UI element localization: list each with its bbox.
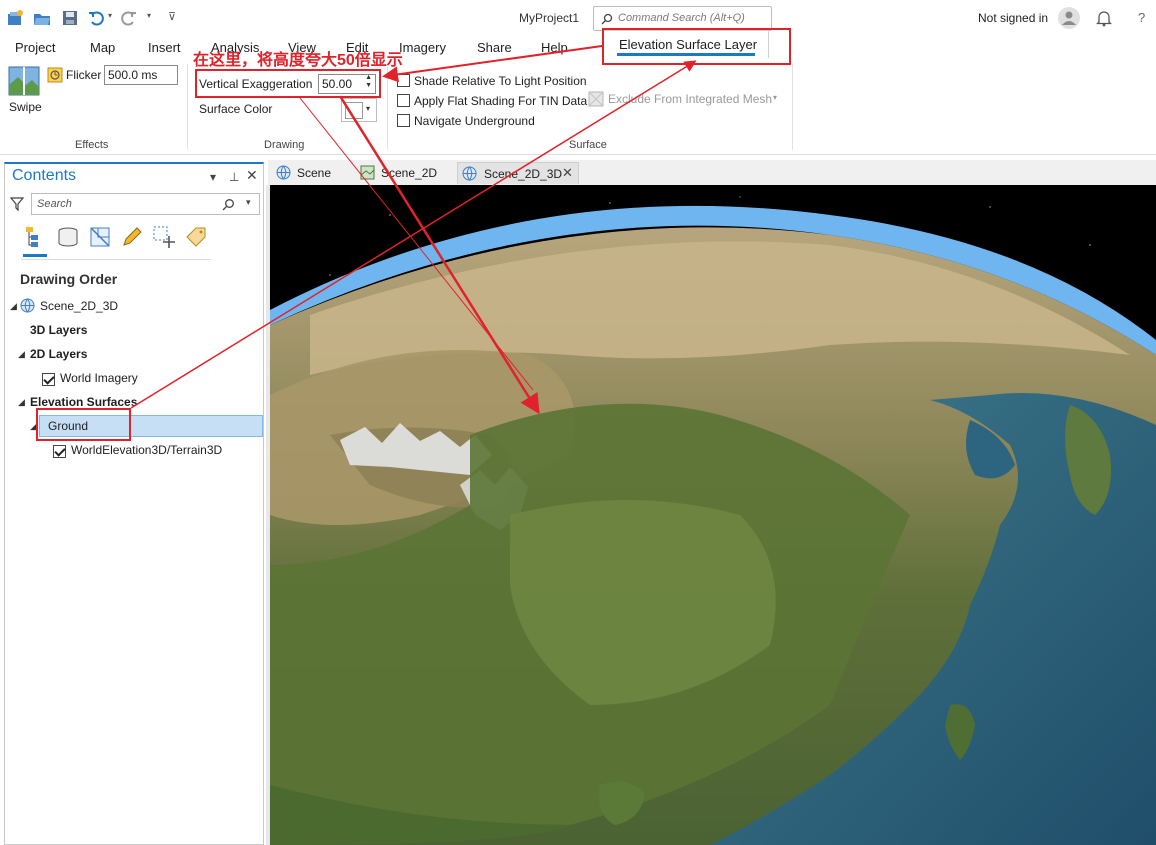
chevron-down-icon: ▾ bbox=[366, 104, 371, 113]
redo-icon[interactable] bbox=[120, 9, 138, 27]
surface-color-picker[interactable]: ▾ bbox=[341, 98, 377, 122]
contents-search-placeholder: Search bbox=[37, 198, 72, 210]
contents-search-input[interactable]: Search ▾ bbox=[31, 193, 260, 215]
navigate-underground-label: Navigate Underground bbox=[414, 114, 535, 128]
user-icon bbox=[1062, 11, 1076, 25]
search-icon bbox=[601, 13, 613, 25]
surface-color-label: Surface Color bbox=[199, 102, 273, 116]
save-project-icon[interactable] bbox=[61, 9, 79, 27]
notifications-icon[interactable] bbox=[1096, 9, 1112, 27]
view-tab-scene-label: Scene bbox=[297, 166, 332, 180]
active-tool-indicator bbox=[23, 254, 47, 257]
annotation-box-ground bbox=[36, 408, 131, 441]
undo-icon[interactable] bbox=[87, 9, 105, 27]
close-icon[interactable]: ✕ bbox=[246, 167, 258, 184]
customize-toolbar-icon[interactable]: ⊽ bbox=[168, 10, 176, 23]
group-separator bbox=[387, 64, 388, 150]
surface-group-label: Surface bbox=[569, 139, 607, 151]
list-by-selection-icon[interactable] bbox=[88, 225, 112, 249]
search-icon bbox=[222, 199, 234, 211]
effects-group-label: Effects bbox=[75, 139, 109, 151]
tab-project[interactable]: Project bbox=[15, 40, 55, 55]
flicker-rate-input[interactable]: 500.0 ms bbox=[104, 65, 178, 85]
flat-shading-label: Apply Flat Shading For TIN Data bbox=[414, 94, 588, 108]
pane-options-icon[interactable]: ▾ bbox=[210, 170, 216, 184]
tab-insert[interactable]: Insert bbox=[148, 40, 181, 55]
close-tab-icon[interactable]: ✕ bbox=[562, 165, 573, 181]
toolbar-divider bbox=[21, 259, 211, 260]
tree-3d-layers[interactable]: 3D Layers bbox=[30, 323, 87, 337]
terrain-checkbox[interactable] bbox=[53, 445, 66, 458]
open-project-icon[interactable] bbox=[33, 9, 51, 27]
annotation-box-elevation-tab bbox=[602, 28, 791, 65]
tab-help[interactable]: Help bbox=[541, 40, 568, 55]
list-by-drawing-order-icon[interactable] bbox=[24, 225, 48, 249]
tree-scene-name[interactable]: Scene_2D_3D bbox=[40, 299, 118, 313]
flicker-icon[interactable] bbox=[47, 67, 63, 83]
surface-color-swatch bbox=[345, 102, 363, 119]
group-separator bbox=[792, 64, 793, 150]
tree-2d-layers[interactable]: 2D Layers bbox=[30, 347, 87, 361]
list-by-editing-icon[interactable] bbox=[120, 225, 144, 249]
exclude-mesh-label[interactable]: Exclude From Integrated Mesh bbox=[608, 92, 772, 106]
shade-relative-label: Shade Relative To Light Position bbox=[414, 74, 587, 88]
ribbon-tabs: Project Map Insert Analysis View Edit Im… bbox=[0, 36, 1156, 62]
tree-terrain[interactable]: WorldElevation3D/Terrain3D bbox=[71, 443, 222, 457]
drawing-order-heading: Drawing Order bbox=[20, 271, 118, 287]
collapse-caret-icon[interactable]: ◢ bbox=[18, 349, 25, 360]
globe-icon bbox=[276, 165, 291, 180]
collapse-caret-icon[interactable]: ◢ bbox=[18, 397, 25, 408]
contents-pane: Contents ▾ ⊥ ✕ Search ▾ Drawing Order ◢ … bbox=[4, 162, 264, 845]
flat-shading-checkbox[interactable] bbox=[397, 94, 410, 107]
redo-dropdown-icon[interactable]: ▾ bbox=[147, 11, 151, 20]
title-bar: ▾ ▾ ⊽ MyProject1 Command Search (Alt+Q) … bbox=[0, 0, 1156, 36]
tree-world-imagery[interactable]: World Imagery bbox=[60, 371, 138, 385]
group-separator bbox=[187, 64, 188, 150]
globe-icon bbox=[462, 166, 477, 181]
list-by-data-source-icon[interactable] bbox=[56, 225, 80, 249]
new-project-icon[interactable] bbox=[6, 9, 24, 27]
swipe-icon bbox=[8, 66, 40, 96]
view-tab-scene-2d-3d[interactable]: Scene_2D_3D ✕ bbox=[457, 162, 579, 184]
help-icon[interactable]: ? bbox=[1138, 10, 1145, 25]
annotation-text: 在这里，将高度夸大50倍显示 bbox=[193, 52, 403, 69]
search-options-icon[interactable]: ▾ bbox=[246, 197, 251, 208]
drawing-group-label: Drawing bbox=[264, 139, 305, 151]
view-tab-scene-2d-3d-label: Scene_2D_3D bbox=[484, 167, 563, 181]
scene-view[interactable] bbox=[270, 185, 1156, 845]
collapse-caret-icon[interactable]: ◢ bbox=[10, 301, 17, 312]
undo-dropdown-icon[interactable]: ▾ bbox=[108, 11, 112, 20]
scene-globe-icon bbox=[20, 298, 35, 313]
tab-imagery[interactable]: Imagery bbox=[399, 40, 446, 55]
tab-map[interactable]: Map bbox=[90, 40, 115, 55]
avatar[interactable] bbox=[1058, 7, 1080, 29]
pin-icon[interactable]: ⊥ bbox=[229, 170, 239, 184]
tree-elevation-surfaces[interactable]: Elevation Surfaces bbox=[30, 395, 137, 409]
ribbon: Swipe Flicker 500.0 ms Effects Vertical … bbox=[0, 60, 1156, 155]
shade-relative-checkbox[interactable] bbox=[397, 74, 410, 87]
navigate-underground-checkbox[interactable] bbox=[397, 114, 410, 127]
swipe-button[interactable] bbox=[8, 65, 40, 97]
integrated-mesh-icon bbox=[588, 91, 604, 107]
signin-status[interactable]: Not signed in bbox=[978, 11, 1048, 25]
command-search-placeholder: Command Search (Alt+Q) bbox=[618, 12, 745, 24]
exclude-mesh-dropdown-icon[interactable]: ▾ bbox=[773, 93, 777, 102]
filter-icon[interactable] bbox=[10, 197, 24, 211]
globe-terrain-image bbox=[270, 185, 1156, 845]
world-imagery-checkbox[interactable] bbox=[42, 373, 55, 386]
tab-share[interactable]: Share bbox=[477, 40, 512, 55]
view-tab-scene-2d[interactable]: Scene_2D bbox=[358, 162, 453, 184]
annotation-box-vertical-exaggeration bbox=[195, 69, 381, 98]
project-title: MyProject1 bbox=[519, 11, 580, 25]
swipe-label: Swipe bbox=[9, 100, 42, 114]
list-by-labeling-icon[interactable] bbox=[184, 225, 208, 249]
flicker-label: Flicker bbox=[66, 68, 102, 82]
list-by-snapping-icon[interactable] bbox=[152, 225, 176, 249]
contents-title: Contents bbox=[12, 167, 77, 184]
map-icon bbox=[360, 165, 375, 180]
view-tab-scene[interactable]: Scene bbox=[274, 162, 354, 184]
view-tab-scene-2d-label: Scene_2D bbox=[381, 166, 438, 180]
view-tabs: Scene Scene_2D Scene_2D_3D ✕ bbox=[268, 160, 1156, 185]
